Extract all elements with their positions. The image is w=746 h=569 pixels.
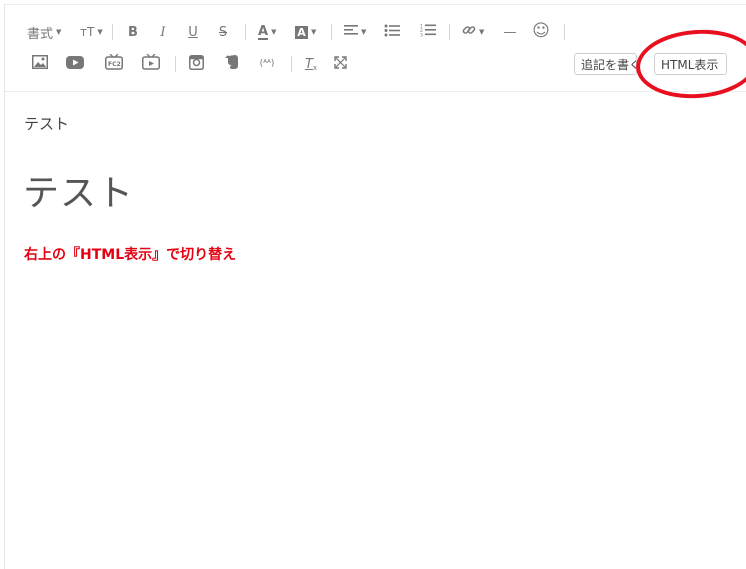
instruction-note: 右上の『HTML表示』で切り替え	[24, 247, 237, 263]
font-size-dropdown[interactable]: тT ▼	[80, 21, 103, 43]
heading-text: テスト	[23, 173, 135, 214]
bullet-list-button[interactable]	[383, 21, 401, 43]
svg-text:3: 3	[420, 33, 423, 38]
align-left-icon	[344, 24, 358, 40]
bg-color-icon: A	[295, 25, 308, 39]
toolbar-divider	[291, 56, 292, 72]
toolbar-divider	[245, 24, 246, 40]
clear-format-icon: T	[304, 56, 313, 72]
evernote-button[interactable]	[223, 53, 241, 75]
emoji-icon: ☺	[532, 21, 550, 41]
clear-format-button[interactable]: Tx	[302, 53, 320, 75]
horizontal-rule-button[interactable]: —	[501, 21, 519, 43]
font-color-dropdown[interactable]: A ▼	[258, 21, 276, 43]
fullscreen-button[interactable]	[331, 53, 349, 75]
underline-button[interactable]: U	[185, 21, 201, 43]
bold-icon: B	[128, 24, 138, 40]
numbered-list-button[interactable]: 123	[419, 21, 437, 43]
toolbar-divider	[175, 56, 176, 72]
strikethrough-icon: S	[218, 24, 228, 40]
format-dropdown[interactable]: 書式 ▼	[27, 21, 61, 43]
paragraph-text: テスト	[24, 115, 70, 133]
italic-icon: I	[160, 24, 166, 40]
bullet-list-icon	[384, 24, 400, 41]
fullscreen-icon	[333, 55, 347, 73]
underline-icon: U	[188, 24, 198, 40]
toolbar-divider	[112, 24, 113, 40]
toolbar: 書式 ▼ тT ▼ B I U S A ▼ A ▼ ▼ 123 ▼ — ☺ FC…	[5, 5, 746, 92]
toolbar-divider	[331, 24, 332, 40]
numbered-list-icon: 123	[420, 23, 436, 41]
image-icon	[32, 55, 48, 73]
instagram-icon	[188, 54, 204, 74]
fc2-video-icon: FC2	[105, 53, 123, 74]
format-label: 書式	[27, 26, 54, 42]
align-dropdown[interactable]: ▼	[344, 21, 366, 43]
horizontal-rule-icon: —	[503, 24, 517, 40]
image-button[interactable]	[31, 53, 49, 75]
bold-button[interactable]: B	[125, 21, 141, 43]
niconico-button[interactable]	[141, 53, 161, 75]
toolbar-divider	[564, 24, 565, 40]
toolbar-divider	[449, 24, 450, 40]
italic-button[interactable]: I	[155, 21, 171, 43]
font-color-icon: A	[258, 23, 269, 40]
emoji-button[interactable]: ☺	[532, 20, 550, 42]
youtube-button[interactable]	[65, 53, 85, 75]
editor: 書式 ▼ тT ▼ B I U S A ▼ A ▼ ▼ 123 ▼ — ☺ FC…	[4, 4, 746, 569]
evernote-icon	[225, 54, 239, 74]
bg-color-dropdown[interactable]: A ▼	[295, 21, 316, 43]
append-button-label: 追記を書く	[581, 57, 637, 72]
append-button[interactable]: 追記を書く	[574, 53, 637, 75]
ruby-button[interactable]: (ᴬᴬ)	[255, 53, 279, 75]
ruby-icon: (ᴬᴬ)	[259, 59, 275, 69]
font-size-label: тT	[80, 25, 95, 39]
link-icon	[462, 23, 476, 41]
svg-text:FC2: FC2	[108, 61, 121, 68]
niconico-icon	[142, 53, 160, 74]
fc2-video-button[interactable]: FC2	[104, 53, 124, 75]
editor-content[interactable]: テスト テスト 右上の『HTML表示』で切り替え	[5, 92, 746, 569]
clear-x-icon: x	[312, 64, 318, 72]
instagram-button[interactable]	[187, 53, 205, 75]
youtube-icon	[66, 55, 84, 73]
strikethrough-button[interactable]: S	[215, 21, 231, 43]
link-dropdown[interactable]: ▼	[462, 21, 484, 43]
